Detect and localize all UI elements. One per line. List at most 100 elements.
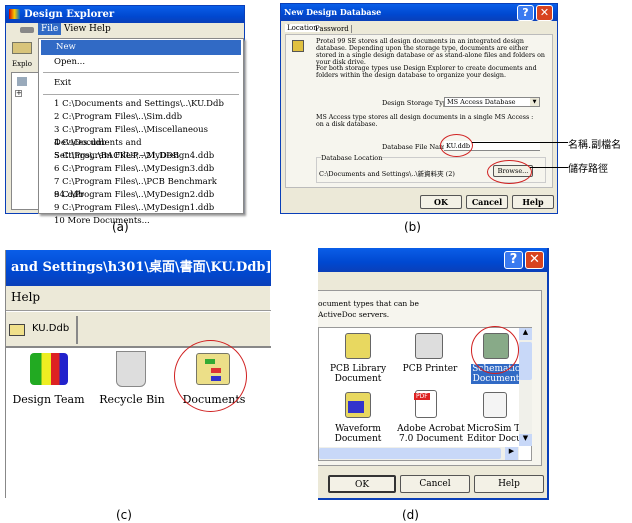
menu-divider: [6, 310, 271, 312]
location-label: Database Location: [321, 154, 383, 162]
recent-file-9[interactable]: 9 C:\Program Files\..\MyDesign1.ddb: [39, 202, 243, 215]
pcb-library-icon[interactable]: [345, 333, 371, 359]
highlight-circle: [174, 340, 247, 412]
menu-separator: [43, 93, 239, 95]
scroll-up-icon[interactable]: ▲: [519, 328, 532, 340]
more-documents[interactable]: 10 More Documents...: [39, 215, 243, 228]
recent-file-8[interactable]: 8 C:\Program Files\..\MyDesign2.ddb: [39, 189, 243, 202]
chevron-down-icon[interactable]: ▼: [530, 98, 539, 106]
file-menu-dropdown: New Open... Exit 1 C:\Documents and Sett…: [38, 38, 244, 226]
menu-item-open[interactable]: Open...: [39, 55, 243, 70]
dialog-title: New Design Database: [284, 7, 382, 17]
design-team-label[interactable]: Design Team: [6, 394, 91, 405]
menu-file[interactable]: File: [38, 23, 62, 35]
database-icon: [292, 40, 304, 52]
scroll-thumb[interactable]: [519, 342, 532, 380]
label-line: Waveform: [335, 424, 381, 434]
help-button[interactable]: Help: [474, 475, 544, 493]
recycle-bin-label[interactable]: Recycle Bin: [92, 394, 172, 405]
storage-type-label: Design Storage Type: [382, 99, 451, 107]
waveform-icon[interactable]: [345, 392, 371, 418]
explorer-tab[interactable]: Explo: [12, 60, 32, 68]
title-bar: and Settings\h301\桌面\書面\KU.Ddb]: [6, 250, 271, 286]
scroll-down-icon[interactable]: ▼: [519, 434, 532, 446]
cancel-button[interactable]: Cancel: [466, 195, 508, 209]
pcb-printer-label[interactable]: PCB Printer: [391, 364, 469, 374]
explorer-window: and Settings\h301\桌面\書面\KU.Ddb] Help KU.…: [5, 250, 271, 498]
tab-label: KU.Ddb: [32, 323, 70, 334]
help-icon[interactable]: ?: [517, 5, 534, 21]
storage-description: MS Access type stores all design documen…: [316, 114, 534, 128]
menu-separator: [43, 72, 239, 74]
design-explorer-window: Design Explorer File View Help Explo + N…: [5, 5, 245, 226]
ok-button[interactable]: OK: [420, 195, 462, 209]
label-line: Adobe Acrobat: [397, 424, 465, 434]
recent-file-5[interactable]: 5 C:\Program Files\..\MyDesign4.ddb: [39, 150, 243, 163]
menu-help[interactable]: Help: [89, 24, 111, 34]
label-line: PCB Library: [329, 364, 387, 374]
label-line: PCB Printer: [402, 364, 458, 374]
new-document-dialog: ? ✕ ocument types that can be ActiveDoc …: [318, 248, 549, 500]
caption-c: (c): [116, 508, 132, 522]
microsim-label[interactable]: MicroSim Tex Editor Docu...: [467, 424, 525, 444]
window-title: Design Explorer: [24, 9, 115, 20]
intro-text-2: For both storage types use Design Explor…: [316, 65, 537, 79]
database-icon: [17, 77, 27, 86]
description-line-2: ActiveDoc servers.: [318, 310, 390, 319]
menu-help[interactable]: Help: [11, 290, 40, 304]
pcb-library-label[interactable]: PCB Library Document: [319, 364, 397, 384]
highlight-circle: [471, 326, 519, 374]
label-line: Document: [472, 374, 520, 384]
recent-file-3[interactable]: 3 C:\Program Files\..\Miscellaneous Devi…: [39, 124, 243, 148]
label-line: Editor Docu...: [467, 434, 525, 444]
annotation-line: [472, 142, 568, 143]
scroll-right-icon[interactable]: ▶: [505, 447, 518, 460]
content-area: Design Team Recycle Bin Documents: [6, 340, 271, 498]
title-bar: Design Explorer: [6, 6, 244, 23]
scroll-thumb[interactable]: [319, 448, 501, 459]
document-type-list: PCB Library Document PCB Printer Schemati…: [318, 326, 532, 461]
filename-label: Database File Name: [382, 143, 450, 151]
expand-icon[interactable]: +: [15, 90, 22, 97]
pcb-printer-icon[interactable]: [415, 333, 443, 359]
caption-d: (d): [402, 508, 419, 522]
label-line: MicroSim Tex: [467, 424, 525, 434]
new-design-database-dialog: New Design Database ? ✕ Location Passwor…: [280, 3, 558, 214]
ok-button[interactable]: OK: [328, 475, 396, 493]
folder-icon: [9, 324, 25, 336]
close-icon[interactable]: ✕: [525, 251, 544, 269]
storage-type-select[interactable]: MS Access Database ▼: [444, 97, 540, 107]
recycle-bin-icon[interactable]: [116, 351, 146, 387]
storage-type-value: MS Access Database: [447, 98, 516, 106]
adobe-acrobat-label[interactable]: Adobe Acrobat 7.0 Document: [391, 424, 471, 444]
help-button[interactable]: Help: [512, 195, 554, 209]
recent-file-2[interactable]: 2 C:\Program Files\..\Sim.ddb: [39, 111, 243, 124]
recent-file-6[interactable]: 6 C:\Program Files\..\MyDesign3.ddb: [39, 163, 243, 176]
tab-password[interactable]: Password: [315, 25, 352, 33]
text-editor-icon[interactable]: [483, 392, 507, 418]
help-icon[interactable]: ?: [504, 251, 523, 269]
menu-item-exit[interactable]: Exit: [39, 76, 243, 91]
explorer-tree: +: [11, 72, 39, 210]
recent-file-7[interactable]: 7 C:\Program Files\..\PCB Benchmark 94.d…: [39, 176, 243, 200]
menu-view[interactable]: View: [64, 24, 86, 34]
pdf-badge: PDF: [414, 393, 430, 400]
caption-a: (a): [112, 220, 129, 234]
tab-ku-ddb[interactable]: KU.Ddb: [6, 316, 78, 344]
horizontal-scrollbar[interactable]: ▶: [319, 447, 519, 460]
menu-item-new[interactable]: New: [41, 40, 241, 55]
close-icon[interactable]: ✕: [536, 5, 553, 21]
system-menu-icon[interactable]: [20, 27, 34, 33]
design-team-icon[interactable]: [30, 353, 68, 385]
location-value: C:\Documents and Settings\..\新資料夾 (2): [319, 170, 455, 178]
vertical-scrollbar[interactable]: ▲ ▼: [519, 328, 532, 446]
cancel-button[interactable]: Cancel: [400, 475, 470, 493]
waveform-label[interactable]: Waveform Document: [319, 424, 397, 444]
label-line: Document: [334, 434, 382, 444]
pdf-document-icon[interactable]: PDF: [414, 390, 437, 418]
toolbar-icon[interactable]: [12, 42, 32, 54]
scope-screen: [348, 401, 364, 413]
description-line-1: ocument types that can be: [318, 299, 419, 308]
recent-file-1[interactable]: 1 C:\Documents and Settings\..\KU.Ddb: [39, 98, 243, 111]
recent-file-4[interactable]: 4 C:\Documents and Settings\..\BACKUP~21…: [39, 137, 243, 161]
